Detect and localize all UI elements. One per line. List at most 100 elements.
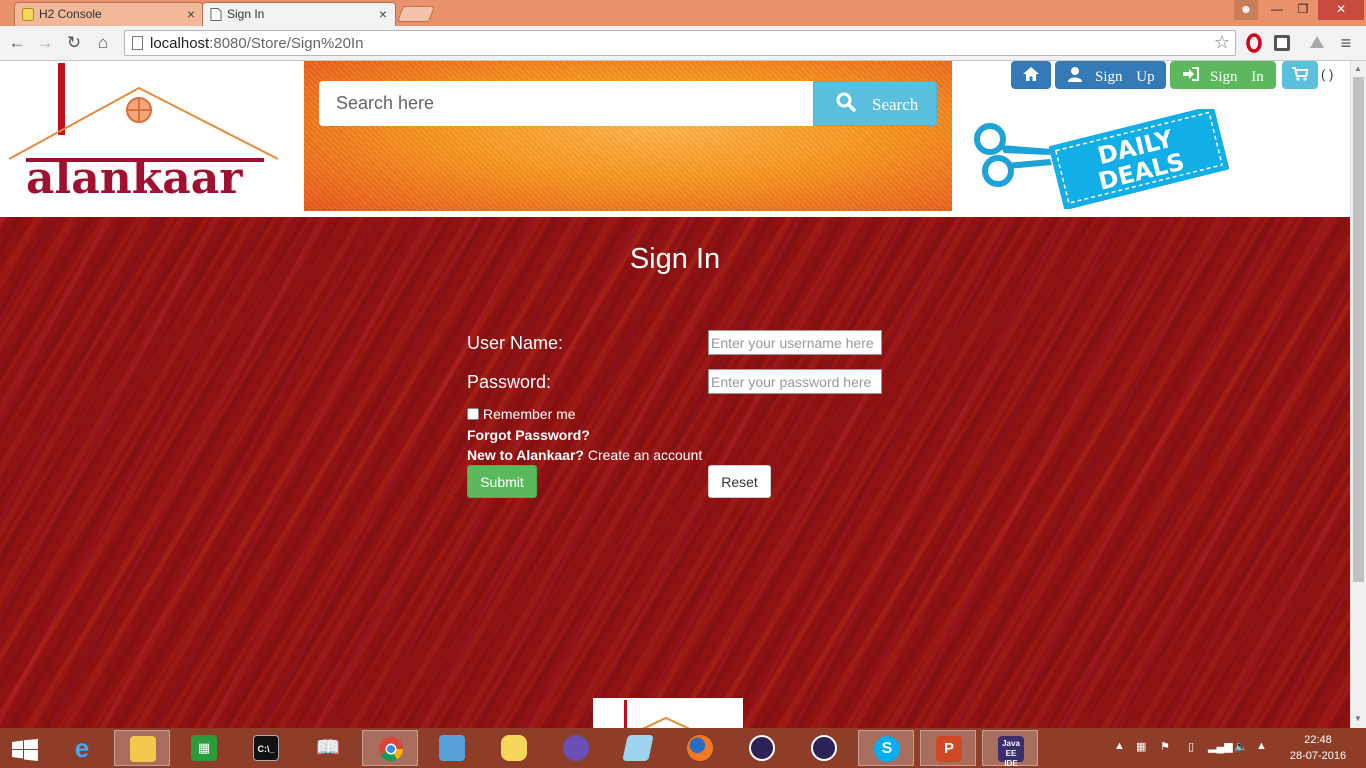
google-drive-icon[interactable]: ▲ <box>1256 740 1267 752</box>
signin-section: Sign In User Name: Password: Remember me… <box>0 217 1350 728</box>
maximize-icon[interactable]: ❐ <box>1290 0 1316 20</box>
page-scrollbar[interactable]: ▲ ▼ <box>1350 61 1366 728</box>
kitty-taskbar[interactable] <box>548 730 604 766</box>
volume-icon[interactable]: 🔈 <box>1234 740 1248 753</box>
database-icon <box>22 8 34 21</box>
home-button[interactable] <box>1011 61 1051 89</box>
sign-in-button[interactable]: Sign In <box>1170 61 1276 89</box>
eclipse-taskbar[interactable] <box>734 730 790 766</box>
close-icon[interactable]: × <box>187 6 195 22</box>
site-header: alankaar Search Sign Up <box>0 61 1350 217</box>
page-title: Sign In <box>629 243 721 275</box>
skype-icon: S <box>874 736 900 762</box>
firefox-icon <box>687 735 713 761</box>
scissors-icon <box>974 123 1052 187</box>
search-button-label: Search <box>872 95 919 114</box>
shopping-cart-icon <box>1292 67 1308 81</box>
drive-extension-icon[interactable] <box>1307 33 1327 53</box>
taskbar: e ▦ C:\_ 📖 S P Java EE IDE ▲ ▦ ⚑ ▯ ▂▄▆ 🔈… <box>0 728 1366 768</box>
folder-icon <box>130 736 156 762</box>
opera-extension-icon[interactable] <box>1244 33 1264 53</box>
file-explorer-taskbar[interactable] <box>114 730 170 766</box>
url-text: localhost:8080/Store/Sign%20In <box>150 35 364 52</box>
tab-title: Sign In <box>227 7 265 21</box>
book-icon: 📖 <box>315 737 341 759</box>
java-ee-ide-taskbar[interactable]: Java EE IDE <box>982 730 1038 768</box>
store-icon: ▦ <box>191 735 217 761</box>
user-icon <box>1068 67 1082 82</box>
eclipse-icon <box>811 735 837 761</box>
back-arrow-icon[interactable]: ← <box>6 32 28 54</box>
remember-me-label[interactable]: Remember me <box>483 406 576 422</box>
password-field[interactable] <box>708 369 882 394</box>
powerpoint-icon: P <box>936 736 962 762</box>
address-bar[interactable]: localhost:8080/Store/Sign%20In ☆ <box>124 30 1236 56</box>
remember-me-checkbox[interactable] <box>467 408 479 420</box>
alankaar-logo[interactable]: alankaar <box>6 63 282 199</box>
java-ide-icon: Java EE IDE <box>998 736 1024 768</box>
search-banner: Search <box>304 61 952 211</box>
minimize-icon[interactable]: — <box>1264 0 1290 20</box>
tab-h2-console[interactable]: H2 Console × <box>14 2 204 26</box>
cart-button[interactable] <box>1282 61 1318 89</box>
page-icon <box>132 36 143 50</box>
search-icon <box>836 92 856 112</box>
username-label: User Name: <box>467 333 564 353</box>
flag-icon[interactable]: ⚑ <box>1160 740 1170 753</box>
remote-desktop-taskbar[interactable] <box>424 730 480 766</box>
home-icon <box>1023 67 1039 81</box>
username-field[interactable] <box>708 330 882 355</box>
clock-date: 28-07-2016 <box>1289 750 1347 762</box>
sign-up-label: Sign Up <box>1095 69 1155 85</box>
firefox-taskbar[interactable] <box>672 730 728 766</box>
database-taskbar[interactable] <box>486 730 542 766</box>
close-window-icon[interactable]: ✕ <box>1318 0 1364 20</box>
start-button[interactable] <box>0 730 56 766</box>
system-clock[interactable]: 22:48 28-07-2016 <box>1288 732 1348 764</box>
reset-button[interactable]: Reset <box>708 465 771 498</box>
browser-toolbar: ← → ↻ ⌂ localhost:8080/Store/Sign%20In ☆… <box>0 26 1366 61</box>
reload-icon[interactable]: ↻ <box>63 32 85 54</box>
network-tray-icon[interactable]: ▦ <box>1136 740 1146 753</box>
scroll-down-icon[interactable]: ▼ <box>1354 714 1362 723</box>
scrollbar-thumb[interactable] <box>1353 77 1364 582</box>
daily-deals-badge[interactable]: DAILY DEALS <box>970 109 1242 209</box>
close-icon[interactable]: × <box>379 6 387 22</box>
reader-taskbar[interactable]: 📖 <box>300 730 356 766</box>
menu-icon[interactable]: ≡ <box>1336 33 1356 53</box>
new-tab-button[interactable] <box>397 6 435 22</box>
chrome-taskbar[interactable] <box>362 730 418 766</box>
internet-explorer-taskbar[interactable]: e <box>54 730 110 766</box>
forgot-password-link[interactable]: Forgot Password? <box>467 427 590 443</box>
bookmark-star-icon[interactable]: ☆ <box>1214 32 1230 53</box>
search-button[interactable]: Search <box>813 81 937 126</box>
footer-logo <box>593 698 743 728</box>
notepad-icon <box>622 735 654 761</box>
cart-count: ( ) <box>1321 67 1334 82</box>
powerpoint-taskbar[interactable]: P <box>920 730 976 766</box>
clock-time: 22:48 <box>1304 734 1332 746</box>
notepad-taskbar[interactable] <box>610 730 666 766</box>
home-icon[interactable]: ⌂ <box>92 32 114 54</box>
search-input[interactable] <box>319 81 815 126</box>
scroll-up-icon[interactable]: ▲ <box>1354 64 1362 73</box>
battery-icon[interactable]: ▯ <box>1188 740 1194 753</box>
submit-button[interactable]: Submit <box>467 465 537 498</box>
show-hidden-icons-icon[interactable]: ▲ <box>1114 740 1125 752</box>
skype-taskbar[interactable]: S <box>858 730 914 766</box>
monitor-icon <box>439 735 465 761</box>
create-account-link[interactable]: Create an account <box>588 447 702 463</box>
forward-arrow-icon[interactable]: → <box>34 32 56 54</box>
database-icon <box>501 735 527 761</box>
signal-icon[interactable]: ▂▄▆ <box>1208 740 1233 753</box>
user-icon[interactable]: ☻ <box>1234 0 1258 20</box>
adblock-extension-icon[interactable] <box>1272 33 1292 53</box>
command-prompt-taskbar[interactable]: C:\_ <box>238 730 294 766</box>
eclipse-taskbar-2[interactable] <box>796 730 852 766</box>
sign-up-button[interactable]: Sign Up <box>1055 61 1166 89</box>
browser-titlebar: H2 Console × Sign In × ☻ — ❐ ✕ <box>0 0 1366 26</box>
brand-wordmark: alankaar <box>26 153 243 199</box>
internet-explorer-icon: e <box>74 733 90 763</box>
tab-sign-in[interactable]: Sign In × <box>202 2 396 26</box>
store-taskbar[interactable]: ▦ <box>176 730 232 766</box>
